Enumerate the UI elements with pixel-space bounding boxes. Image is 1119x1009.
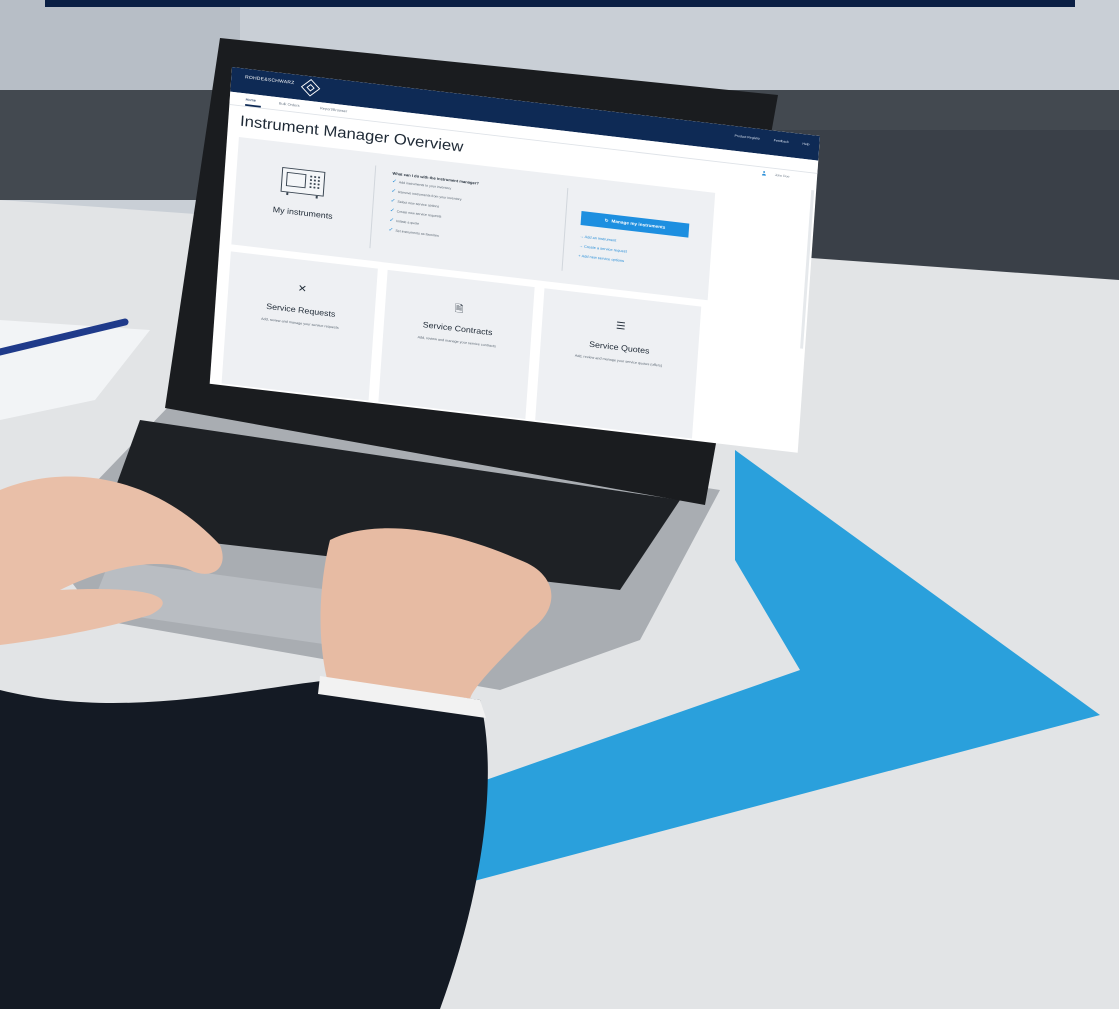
my-instruments-tile[interactable]: My instruments — [231, 137, 376, 260]
check-icon: ✓ — [389, 207, 395, 214]
brand-logo-icon[interactable] — [300, 79, 321, 97]
card-title: Service Requests — [265, 301, 336, 319]
check-icon: ✓ — [391, 188, 397, 195]
service-requests-card[interactable]: ✕ Service Requests Add, review and manag… — [221, 251, 378, 401]
header-link-help[interactable]: Help — [802, 142, 809, 146]
service-contracts-card[interactable]: 🗎 Service Contracts Add, review and mana… — [378, 269, 535, 420]
tools-icon: ✕ — [297, 283, 308, 295]
user-name[interactable]: John Doe — [775, 173, 790, 178]
tab-report-browser[interactable]: Report/Browser — [320, 106, 348, 114]
instrument-icon — [280, 166, 326, 199]
create-service-request-link[interactable]: → Create a service request — [579, 244, 627, 254]
tab-home[interactable]: Home — [245, 97, 256, 103]
divider — [561, 187, 569, 271]
active-tab-indicator — [245, 104, 261, 108]
tab-bulk-orders[interactable]: Bulk Orders — [279, 101, 300, 108]
quick-links: → Add an instrument → Create a service r… — [578, 234, 628, 269]
check-icon: ✓ — [390, 198, 396, 205]
card-description: Add, review and manage your service requ… — [260, 317, 339, 330]
top-banner-strip — [45, 0, 1075, 7]
suit-sleeve — [0, 680, 488, 1009]
header-links: Product Registry Feedback Help — [734, 134, 809, 146]
features-section: What can I do with the instrument manage… — [388, 171, 559, 257]
user-icon[interactable] — [761, 171, 766, 177]
check-icon: ✓ — [391, 178, 398, 185]
check-icon: ✓ — [388, 227, 394, 234]
service-quotes-card[interactable]: ☰ Service Quotes Add, review and manage … — [535, 288, 702, 439]
header-link-feedback[interactable]: Feedback — [774, 139, 789, 144]
header-link-product-registry[interactable]: Product Registry — [734, 134, 760, 140]
manage-instruments-button[interactable]: ↻ Manage my instruments — [580, 210, 690, 238]
my-instruments-label: My instruments — [272, 204, 333, 221]
brand-name: ROHDE&SCHWARZ — [244, 74, 295, 86]
add-instrument-link[interactable]: → Add an instrument — [580, 234, 628, 244]
refresh-icon: ↻ — [604, 218, 609, 224]
card-description: Add, review and manage your service cont… — [417, 335, 497, 349]
check-icon: ✓ — [388, 217, 395, 224]
add-service-options-link[interactable]: + Add new service options — [578, 253, 626, 263]
